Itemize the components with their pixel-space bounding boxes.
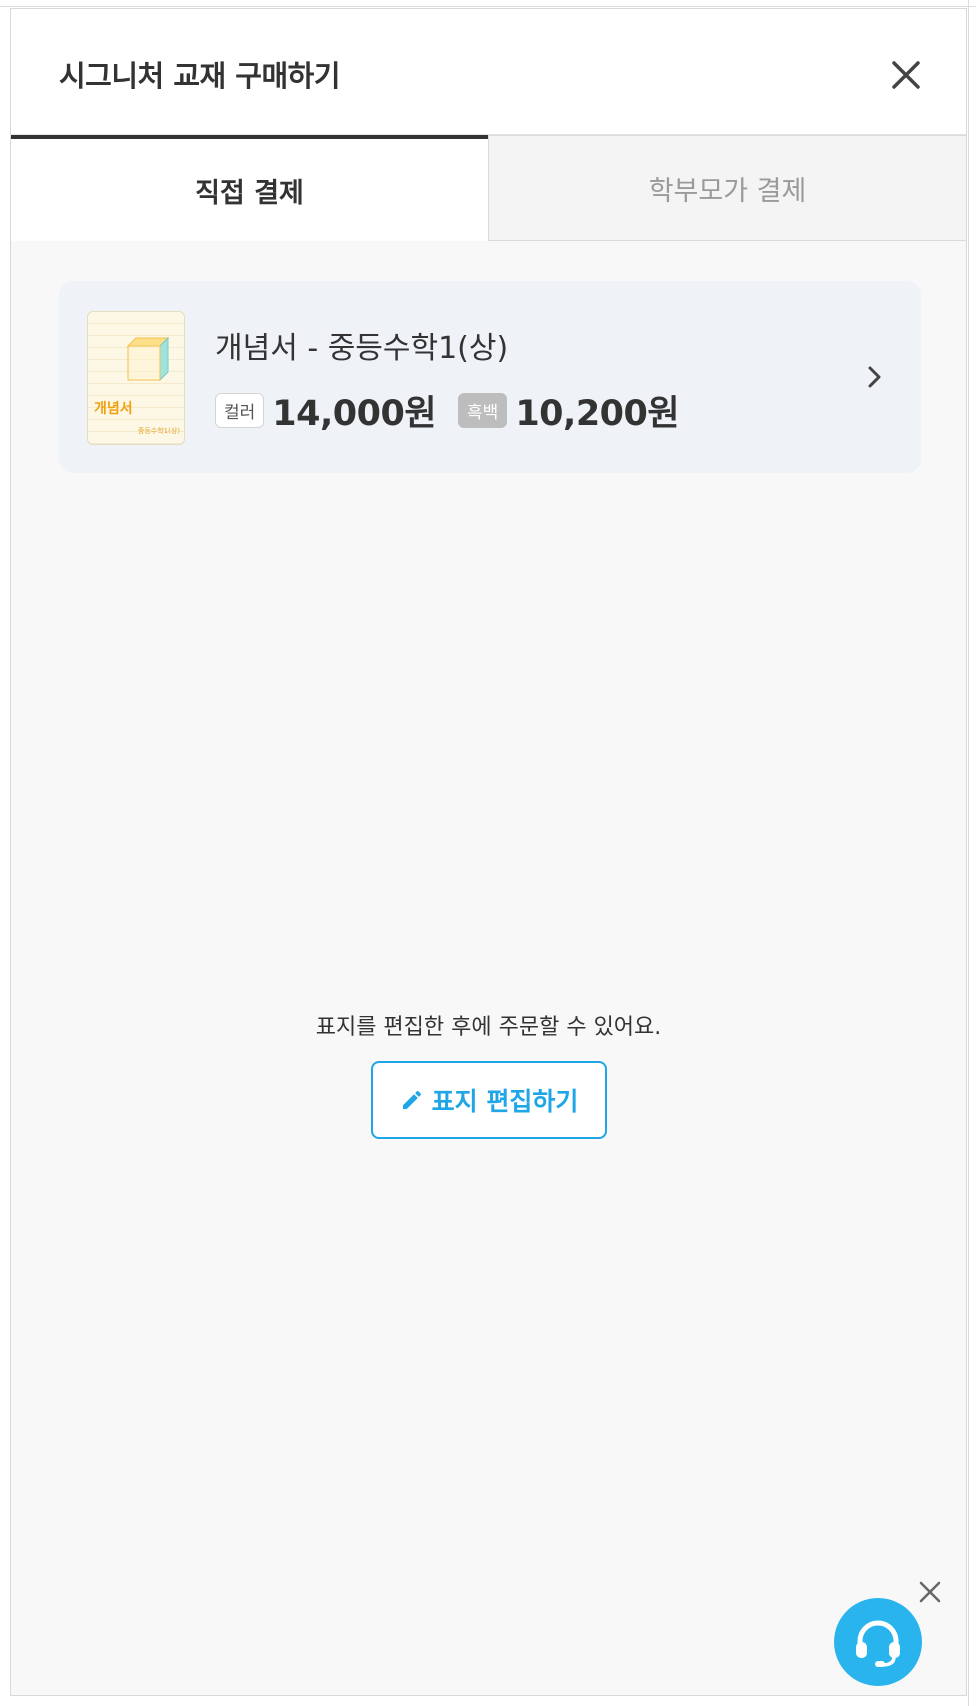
price-row: 컬러 14,000원 흑백 10,200원: [215, 385, 701, 436]
edit-cover-button[interactable]: 표지 편집하기: [371, 1061, 607, 1139]
thumbnail-subtitle: 중등수학1(상): [137, 427, 180, 435]
color-price: 14,000원: [272, 394, 437, 434]
edit-cover-notice: 표지를 편집한 후에 주문할 수 있어요.: [315, 1015, 662, 1040]
tab-parent-payment[interactable]: 학부모가 결제: [488, 135, 966, 241]
modal-header: 시그니처 교재 구매하기: [11, 9, 966, 135]
payment-tabs: 직접 결제 학부모가 결제: [11, 135, 966, 241]
customer-support-button[interactable]: [834, 1598, 922, 1686]
chevron-right-icon: [868, 366, 881, 388]
purchase-modal: 시그니처 교재 구매하기 직접 결제 학부모가 결제 개념서 중등수학1(상) …: [10, 8, 967, 1696]
background-divider: [968, 0, 969, 1706]
pencil-icon: [402, 1090, 421, 1109]
color-badge: 컬러: [215, 393, 265, 428]
background-divider: [0, 6, 976, 7]
cube-icon: [126, 336, 170, 382]
headset-icon: [856, 1620, 900, 1667]
close-button[interactable]: [886, 55, 926, 95]
bw-price: 10,200원: [515, 394, 680, 434]
bw-badge: 흑백: [458, 393, 508, 428]
tab-direct-payment[interactable]: 직접 결제: [11, 135, 488, 241]
dismiss-support-icon[interactable]: [916, 1578, 944, 1606]
close-icon: [892, 61, 920, 89]
book-item-card[interactable]: 개념서 중등수학1(상) 개념서 - 중등수학1(상) 컬러 14,000원 흑…: [59, 281, 921, 473]
modal-title: 시그니처 교재 구매하기: [59, 59, 341, 93]
book-thumbnail: 개념서 중등수학1(상): [87, 311, 185, 445]
thumbnail-title: 개념서: [94, 401, 133, 417]
book-name: 개념서 - 중등수학1(상): [215, 331, 509, 366]
edit-cover-label: 표지 편집하기: [431, 1087, 579, 1116]
